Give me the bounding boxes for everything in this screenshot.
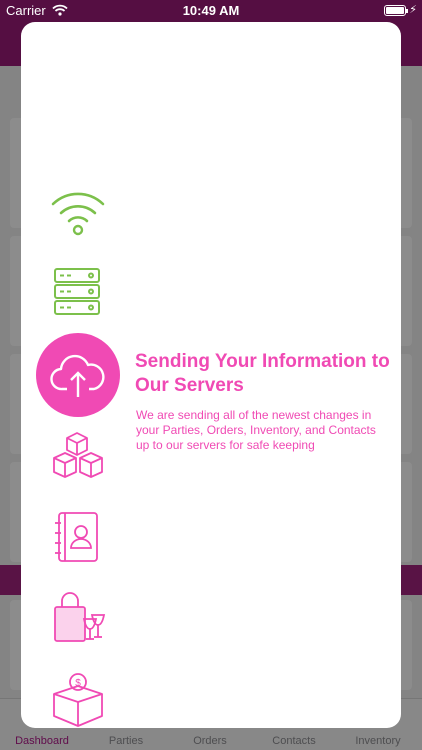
contacts-book-icon: [55, 512, 98, 562]
shopping-bag-icon: [54, 592, 106, 642]
svg-text:$: $: [75, 678, 81, 689]
wifi-icon: [51, 192, 105, 236]
money-box-icon: $: [53, 673, 103, 727]
cloud-upload-icon: [50, 354, 105, 397]
battery-icon: [384, 5, 408, 16]
charging-icon: ⚡: [409, 4, 417, 16]
status-bar: Carrier 10:49 AM ⚡: [0, 0, 422, 22]
step-title: Sending Your Information to Our Servers: [135, 351, 390, 396]
server-icon: [54, 268, 100, 315]
step-description: We are sending all of the newest changes…: [136, 408, 376, 452]
sync-modal: Sending Your Information to Our Servers …: [21, 22, 401, 728]
clock: 10:49 AM: [182, 3, 240, 18]
boxes-icon: [53, 432, 103, 478]
